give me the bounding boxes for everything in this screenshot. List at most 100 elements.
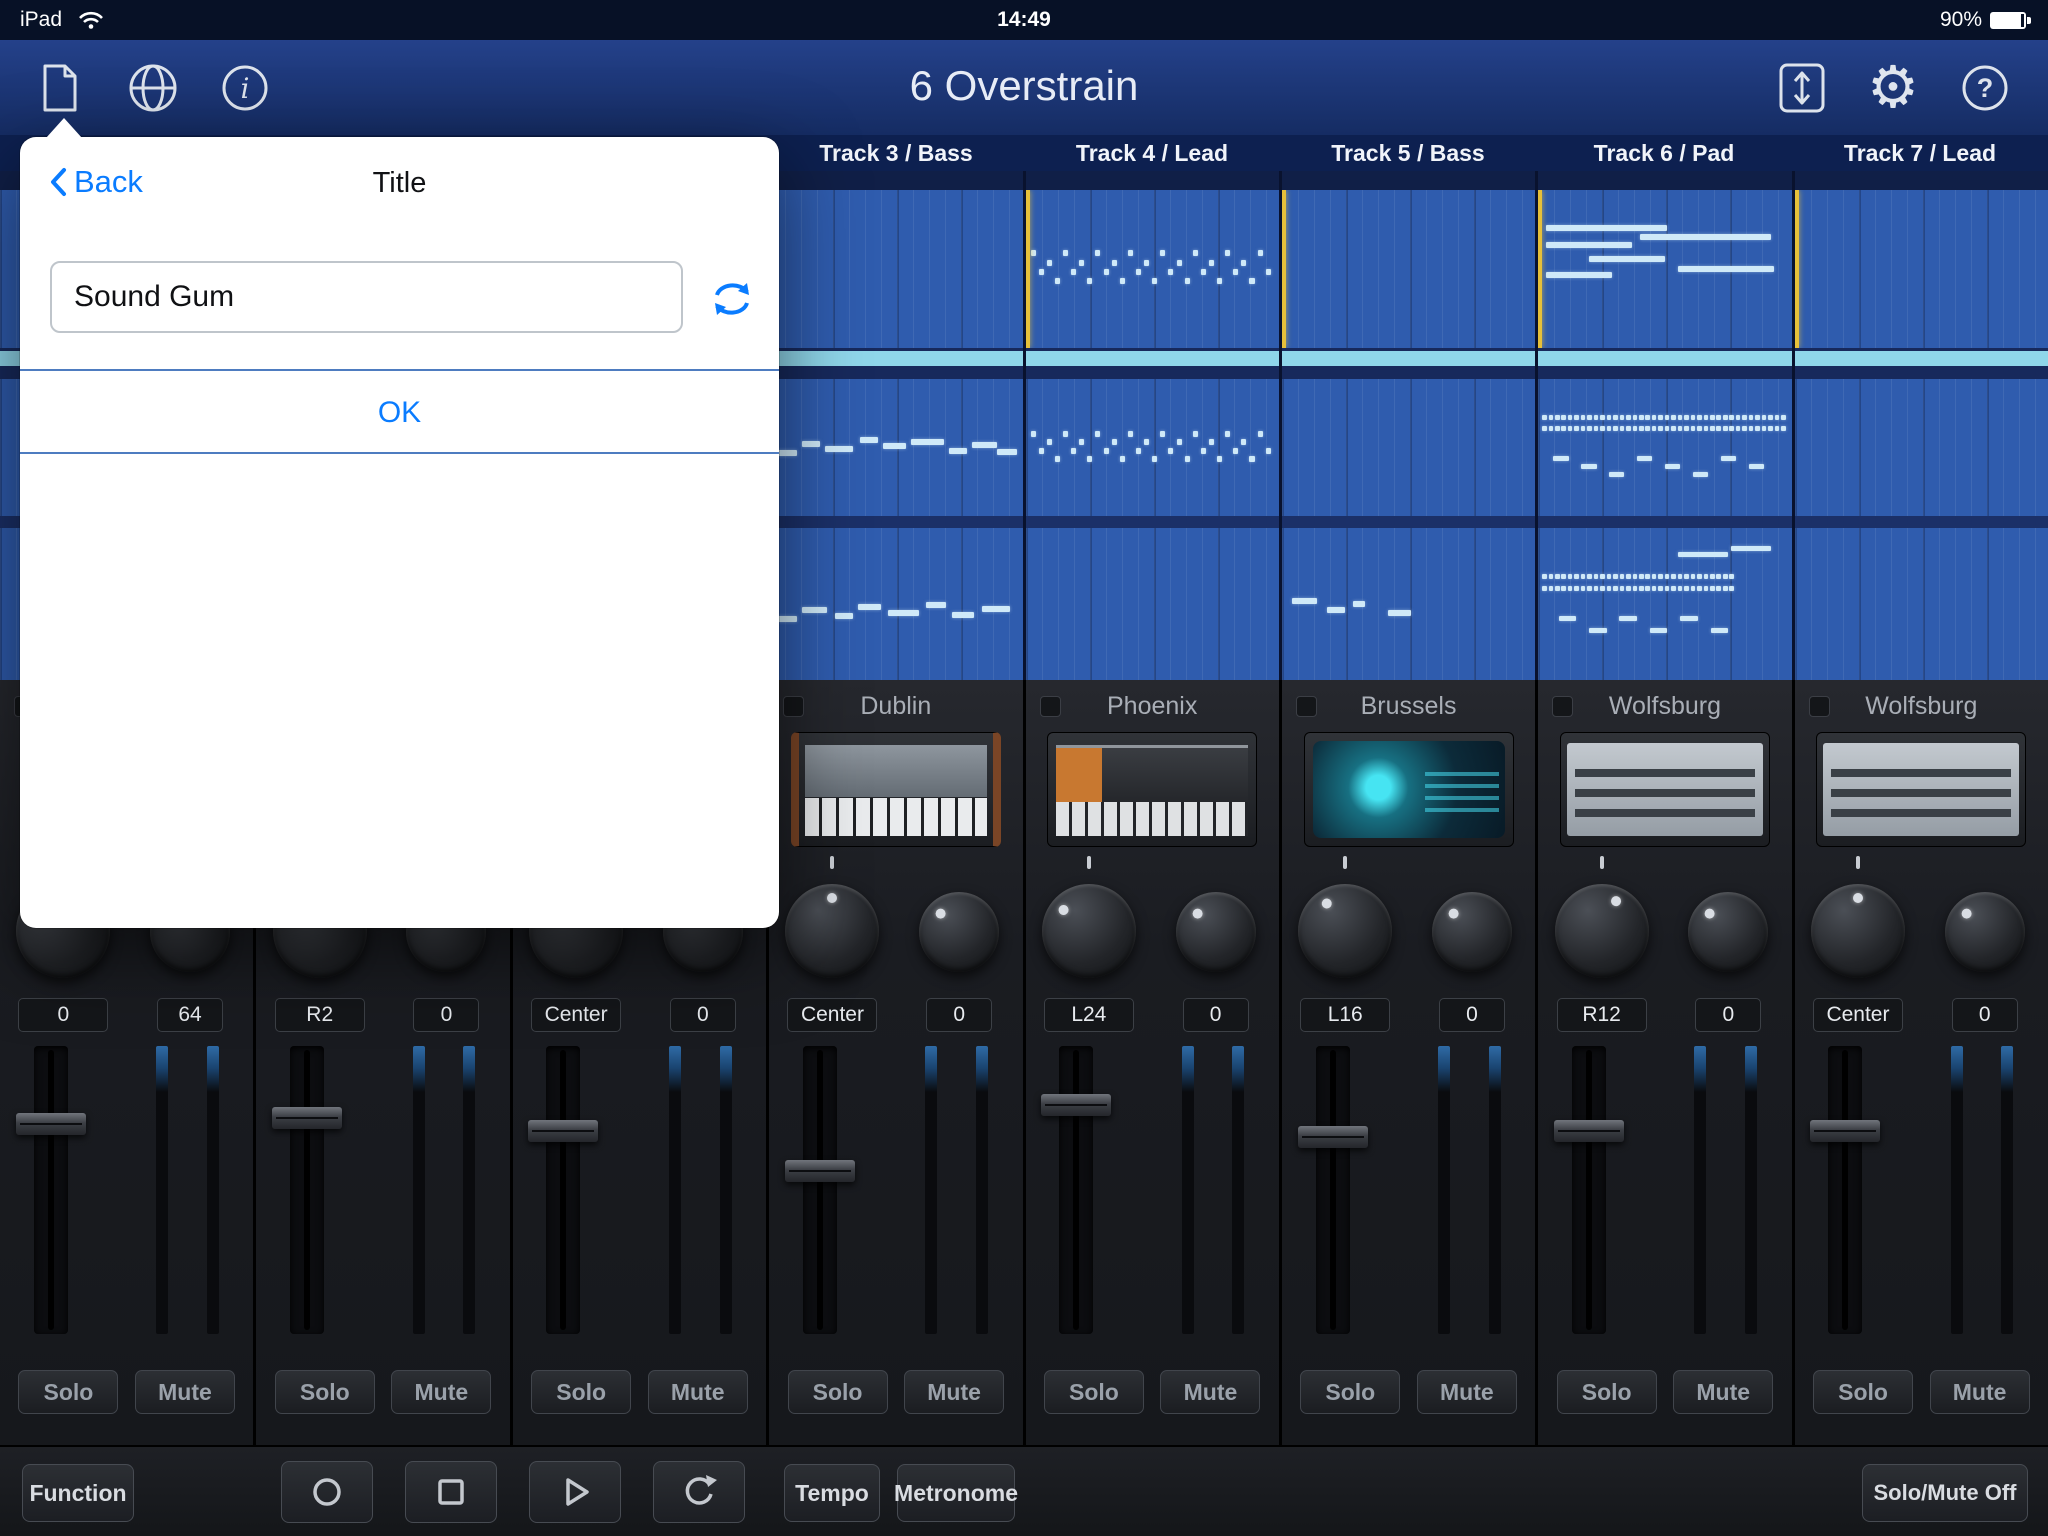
volume-fader[interactable] (34, 1046, 68, 1334)
clip-cell[interactable] (1795, 190, 2048, 348)
fader-handle[interactable] (1041, 1094, 1111, 1116)
aux-knob[interactable] (1945, 892, 2025, 972)
mute-button[interactable]: Mute (1160, 1370, 1260, 1414)
pan-knob[interactable] (785, 884, 879, 978)
pan-knob[interactable] (1811, 884, 1905, 978)
note (1652, 586, 1657, 591)
solo-mute-off-button[interactable]: Solo/Mute Off (1862, 1464, 2028, 1522)
solo-button[interactable]: Solo (1044, 1370, 1144, 1414)
volume-fader[interactable] (803, 1046, 837, 1334)
solo-button[interactable]: Solo (275, 1370, 375, 1414)
note (1574, 574, 1579, 579)
note (1704, 574, 1709, 579)
track-header[interactable]: Track 7 / Lead (1792, 135, 2048, 171)
solo-button[interactable]: Solo (531, 1370, 631, 1414)
import-export-icon[interactable] (1775, 40, 1829, 135)
volume-fader[interactable] (1828, 1046, 1862, 1334)
aux-knob[interactable] (1432, 892, 1512, 972)
note (1136, 448, 1141, 454)
clip-cell[interactable] (1795, 379, 2048, 516)
note (1594, 574, 1599, 579)
gadget-name[interactable]: Phoenix (1026, 692, 1279, 721)
clip-cell[interactable] (1282, 379, 1535, 516)
note (1353, 601, 1366, 607)
solo-button[interactable]: Solo (18, 1370, 118, 1414)
tempo-button[interactable]: Tempo (784, 1464, 880, 1522)
mute-button[interactable]: Mute (904, 1370, 1004, 1414)
play-button[interactable] (529, 1461, 621, 1523)
solo-button[interactable]: Solo (1557, 1370, 1657, 1414)
fader-handle[interactable] (1810, 1120, 1880, 1142)
note (1716, 415, 1721, 420)
gadget-name[interactable]: Dublin (769, 692, 1022, 721)
fader-handle[interactable] (785, 1160, 855, 1182)
fader-handle[interactable] (16, 1113, 86, 1135)
aux-value: 0 (1439, 998, 1505, 1032)
aux-knob[interactable] (919, 892, 999, 972)
track-header[interactable]: Track 5 / Bass (1280, 135, 1536, 171)
gadget-thumbnail[interactable] (1047, 732, 1257, 847)
title-input[interactable] (50, 261, 683, 333)
gadget-name[interactable]: Brussels (1282, 692, 1535, 721)
aux-knob[interactable] (1176, 892, 1256, 972)
randomize-name-icon[interactable] (708, 275, 756, 323)
help-icon[interactable]: ? (1958, 40, 2012, 135)
clip-cell[interactable] (1538, 190, 1791, 348)
mute-button[interactable]: Mute (648, 1370, 748, 1414)
fader-handle[interactable] (272, 1107, 342, 1129)
solo-button[interactable]: Solo (1300, 1370, 1400, 1414)
pan-knob[interactable] (1555, 884, 1649, 978)
volume-fader[interactable] (290, 1046, 324, 1334)
gadget-thumbnail[interactable] (791, 732, 1001, 847)
loop-button[interactable] (653, 1461, 745, 1523)
fader-handle[interactable] (528, 1120, 598, 1142)
clip-cell[interactable] (769, 379, 1022, 516)
clip-cell[interactable] (1282, 528, 1535, 680)
mute-button[interactable]: Mute (135, 1370, 235, 1414)
fader-handle[interactable] (1298, 1126, 1368, 1148)
record-button[interactable] (281, 1461, 373, 1523)
note (1626, 586, 1631, 591)
function-button[interactable]: Function (22, 1464, 134, 1522)
metronome-button[interactable]: Metronome (897, 1464, 1015, 1522)
clip-cell[interactable] (769, 190, 1022, 348)
settings-gear-icon[interactable]: ⚙ (1864, 40, 1922, 135)
aux-knob[interactable] (1688, 892, 1768, 972)
mute-button[interactable]: Mute (1417, 1370, 1517, 1414)
track-header[interactable]: Track 4 / Lead (1024, 135, 1280, 171)
clip-cell[interactable] (1795, 528, 2048, 680)
ok-button[interactable]: OK (20, 371, 779, 452)
clip-cell[interactable] (1282, 190, 1535, 348)
note (1658, 586, 1663, 591)
note (1723, 586, 1728, 591)
note (1241, 439, 1246, 445)
mute-button[interactable]: Mute (391, 1370, 491, 1414)
mute-button[interactable]: Mute (1930, 1370, 2030, 1414)
clip-cell[interactable] (769, 528, 1022, 680)
mute-button[interactable]: Mute (1673, 1370, 1773, 1414)
gadget-name[interactable]: Wolfsburg (1538, 692, 1791, 721)
solo-button[interactable]: Solo (1813, 1370, 1913, 1414)
clip-cell[interactable] (1026, 379, 1279, 516)
note (1768, 426, 1773, 431)
clip-cell[interactable] (1538, 528, 1791, 680)
fader-handle[interactable] (1554, 1120, 1624, 1142)
gadget-thumbnail[interactable] (1560, 732, 1770, 847)
clip-cell[interactable] (1538, 379, 1791, 516)
gadget-thumbnail[interactable] (1304, 732, 1514, 847)
solo-button[interactable]: Solo (788, 1370, 888, 1414)
volume-fader[interactable] (1059, 1046, 1093, 1334)
track-header[interactable]: Track 6 / Pad (1536, 135, 1792, 171)
gadget-name[interactable]: Wolfsburg (1795, 692, 2048, 721)
volume-fader[interactable] (1316, 1046, 1350, 1334)
track-header[interactable]: Track 3 / Bass (768, 135, 1024, 171)
clip-cell[interactable] (1026, 528, 1279, 680)
clip-cell[interactable] (1026, 190, 1279, 348)
note (1613, 426, 1618, 431)
pan-knob[interactable] (1298, 884, 1392, 978)
stop-button[interactable] (405, 1461, 497, 1523)
volume-fader[interactable] (1572, 1046, 1606, 1334)
volume-fader[interactable] (546, 1046, 580, 1334)
gadget-thumbnail[interactable] (1816, 732, 2026, 847)
pan-knob[interactable] (1042, 884, 1136, 978)
